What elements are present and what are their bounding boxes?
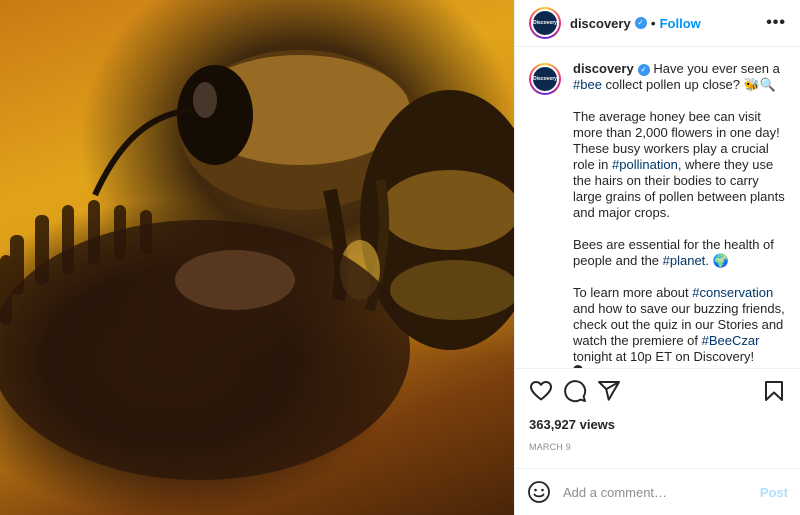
avatar-logo: Discovery <box>531 9 559 37</box>
comment-bar: Post <box>515 468 800 515</box>
caption-avatar[interactable]: Discovery <box>529 63 561 95</box>
verified-badge-icon: ✓ <box>637 63 650 76</box>
heart-icon <box>573 365 583 368</box>
caption-p3b: . 🌍 <box>705 253 729 268</box>
post-image-bee[interactable] <box>0 0 514 515</box>
bee-illustration <box>0 50 514 480</box>
caption-text: discovery ✓ Have you ever seen a #bee col… <box>573 61 786 368</box>
hashtag-conservation[interactable]: #conservation <box>692 285 773 300</box>
heart-icon[interactable] <box>529 379 553 403</box>
comment-input[interactable] <box>563 484 760 500</box>
verified-badge-icon: ✓ <box>634 17 647 29</box>
caption-line1-rest: collect pollen up close? 🐝🔍 <box>601 77 776 92</box>
username-link[interactable]: discovery <box>570 16 631 31</box>
follow-button[interactable]: Follow <box>660 16 701 31</box>
hashtag-bee[interactable]: #bee <box>573 77 602 92</box>
comment-icon[interactable] <box>563 379 587 403</box>
hashtag-beeczar[interactable]: #BeeCzar <box>702 333 760 348</box>
post-side-panel: Discovery discovery ✓ • Follow ••• Disco… <box>514 0 800 515</box>
hashtag-planet[interactable]: #planet <box>663 253 706 268</box>
caption-section: Discovery discovery ✓ Have you ever seen … <box>515 47 800 368</box>
action-bar <box>515 368 800 413</box>
more-options-icon[interactable]: ••• <box>766 14 786 32</box>
caption-p4a: To learn more about <box>573 285 693 300</box>
emoji-icon[interactable] <box>527 480 551 504</box>
post-comment-button[interactable]: Post <box>760 485 788 500</box>
post-date[interactable]: MARCH 9 <box>515 442 800 452</box>
caption-line1: Have you ever seen a <box>653 61 780 76</box>
caption-username[interactable]: discovery <box>573 61 634 76</box>
bookmark-icon[interactable] <box>762 379 786 403</box>
next-comment-peek <box>573 362 633 368</box>
share-icon[interactable] <box>597 379 621 403</box>
post-dialog: Discovery discovery ✓ • Follow ••• Disco… <box>0 0 800 515</box>
avatar-logo: Discovery <box>531 65 559 93</box>
avatar[interactable]: Discovery <box>529 7 561 39</box>
view-count[interactable]: 363,927 views <box>515 417 800 432</box>
hashtag-pollination[interactable]: #pollination <box>612 157 678 172</box>
post-header: Discovery discovery ✓ • Follow ••• <box>515 0 800 47</box>
separator-dot: • <box>650 15 656 31</box>
